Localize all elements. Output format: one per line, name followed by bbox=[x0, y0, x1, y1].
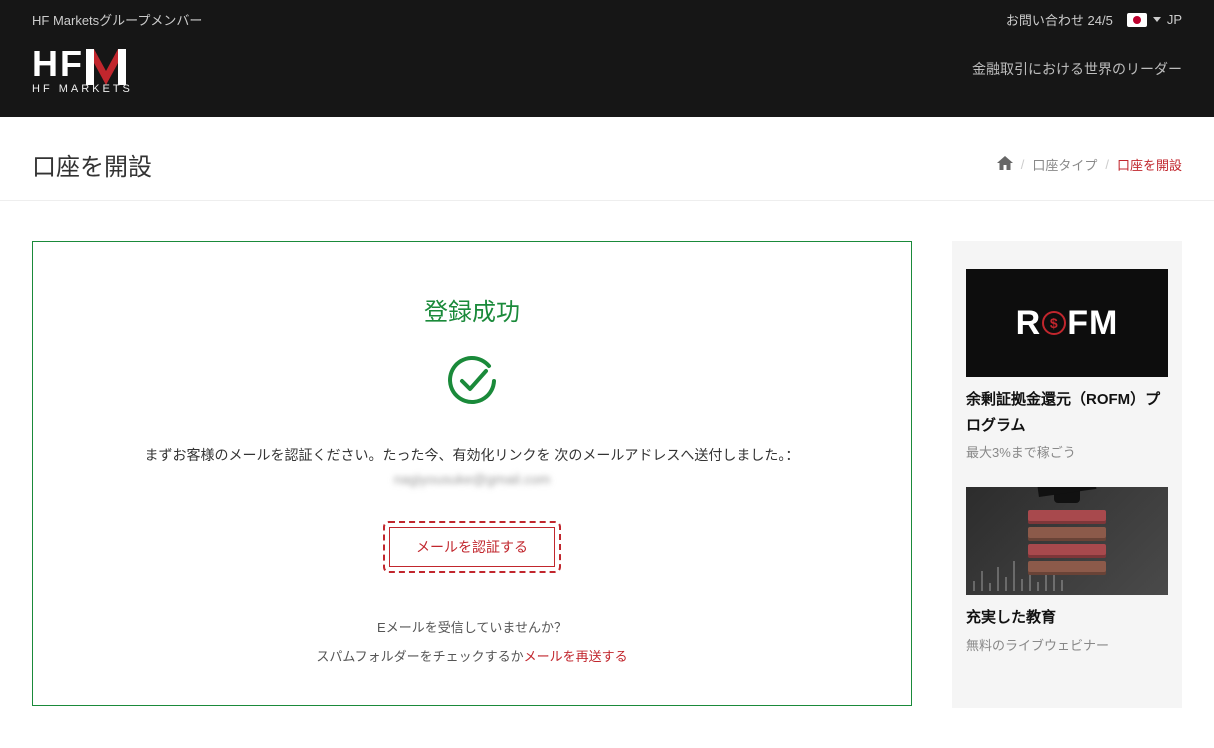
logo-text-hf: HF bbox=[32, 43, 84, 85]
brand-logo[interactable]: HF HF MARKETS bbox=[32, 43, 133, 95]
group-member-label: HF Marketsグループメンバー bbox=[32, 10, 202, 29]
verify-button-highlight: メールを認証する bbox=[383, 521, 561, 573]
rofm-text-r: R bbox=[1016, 304, 1042, 343]
page-title: 口座を開設 bbox=[32, 147, 152, 182]
success-title: 登録成功 bbox=[73, 292, 871, 327]
resend-email-link[interactable]: メールを再送する bbox=[524, 649, 628, 664]
dollar-circle-icon: $ bbox=[1042, 311, 1066, 335]
registered-email-masked: nagiyousuke@gmail.com bbox=[394, 471, 551, 487]
check-circle-icon bbox=[444, 353, 500, 409]
sidebar: R $ FM 余剰証拠金還元（ROFM）プログラム 最大3%まで稼ごう bbox=[952, 241, 1182, 708]
spam-hint: スパムフォルダーをチェックするかメールを再送する bbox=[73, 646, 871, 665]
promo-rofm-image: R $ FM bbox=[966, 269, 1168, 377]
brand-tagline: 金融取引における世界のリーダー bbox=[972, 59, 1182, 79]
books-stack-icon bbox=[1028, 507, 1106, 575]
spam-hint-prefix: スパムフォルダーをチェックするか bbox=[316, 649, 523, 664]
rofm-text-fm: FM bbox=[1067, 304, 1118, 343]
verify-email-button[interactable]: メールを認証する bbox=[389, 527, 555, 567]
language-selector[interactable]: JP bbox=[1127, 12, 1182, 27]
breadcrumb-current: 口座を開設 bbox=[1117, 155, 1182, 174]
verify-instruction-text: まずお客様のメールを認証ください。たった今、有効化リンクを 次のメールアドレスへ… bbox=[73, 445, 871, 465]
jp-flag-icon bbox=[1127, 13, 1147, 27]
contact-link[interactable]: お問い合わせ 24/5 bbox=[1006, 10, 1113, 29]
graduation-cap-icon bbox=[1038, 487, 1096, 501]
breadcrumb: / 口座タイプ / 口座を開設 bbox=[997, 155, 1182, 174]
language-label: JP bbox=[1167, 12, 1182, 27]
breadcrumb-separator: / bbox=[1021, 157, 1025, 172]
dollar-sign: $ bbox=[1050, 315, 1059, 331]
logo-m-mark-icon bbox=[86, 49, 126, 85]
registration-success-panel: 登録成功 まずお客様のメールを認証ください。たった今、有効化リンクを 次のメール… bbox=[32, 241, 912, 706]
promo-education-title: 充実した教育 bbox=[966, 605, 1168, 631]
promo-rofm-title: 余剰証拠金還元（ROFM）プログラム bbox=[966, 387, 1168, 438]
promo-education-subtitle: 無料のライブウェビナー bbox=[966, 635, 1168, 654]
top-utility-bar: HF Marketsグループメンバー お問い合わせ 24/5 JP bbox=[0, 0, 1214, 33]
home-icon[interactable] bbox=[997, 156, 1013, 174]
promo-rofm-subtitle: 最大3%まで稼ごう bbox=[966, 442, 1168, 461]
breadcrumb-link-account-types[interactable]: 口座タイプ bbox=[1032, 155, 1097, 174]
promo-rofm[interactable]: R $ FM 余剰証拠金還元（ROFM）プログラム 最大3%まで稼ごう bbox=[966, 269, 1168, 461]
main-navbar: HF HF MARKETS 金融取引における世界のリーダー bbox=[0, 33, 1214, 117]
not-received-text: Eメールを受信していませんか？ bbox=[73, 617, 871, 636]
promo-education[interactable]: 充実した教育 無料のライブウェビナー bbox=[966, 487, 1168, 654]
breadcrumb-separator: / bbox=[1105, 157, 1109, 172]
chevron-down-icon bbox=[1153, 17, 1161, 22]
promo-education-image bbox=[966, 487, 1168, 595]
breadcrumb-row: 口座を開設 / 口座タイプ / 口座を開設 bbox=[0, 117, 1214, 201]
logo-subtext: HF MARKETS bbox=[32, 83, 133, 95]
